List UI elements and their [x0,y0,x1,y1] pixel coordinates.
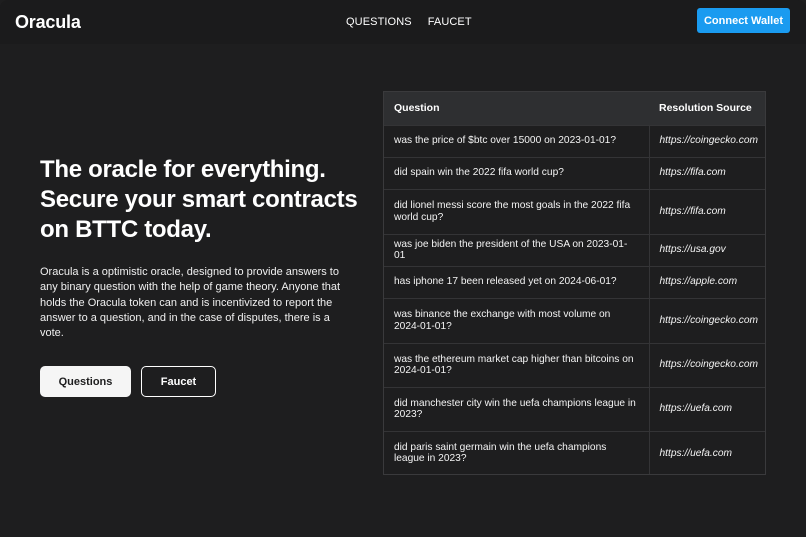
app-window: Oracula QUESTIONS FAUCET Connect Wallet … [0,0,806,537]
question-cell: was joe biden the president of the USA o… [384,233,650,266]
question-cell: did paris saint germain win the uefa cha… [384,430,650,474]
question-cell: did lionel messi score the most goals in… [384,188,650,234]
column-header-question: Question [394,102,440,115]
questions-button[interactable]: Questions [40,366,131,397]
source-cell: https://apple.com [649,265,765,298]
top-navbar: Oracula QUESTIONS FAUCET Connect Wallet [0,0,806,44]
table-row[interactable]: was binance the exchange with most volum… [384,297,765,343]
question-cell: has iphone 17 been released yet on 2024-… [384,265,650,298]
table-row[interactable]: did paris saint germain win the uefa cha… [384,430,765,474]
nav-link-faucet[interactable]: FAUCET [428,16,472,28]
table-row[interactable]: did manchester city win the uefa champio… [384,386,765,431]
source-cell: https://uefa.com [649,386,765,431]
table-row[interactable]: has iphone 17 been released yet on 2024-… [384,265,765,298]
questions-table: Question Resolution Source was the price… [383,91,766,475]
table-row[interactable]: was the ethereum market cap higher than … [384,342,765,387]
source-cell: https://usa.gov [649,233,765,266]
source-cell: https://coingecko.com [649,124,765,157]
source-cell: https://fifa.com [649,156,765,189]
question-cell: was the price of $btc over 15000 on 2023… [384,124,650,157]
nav-link-questions[interactable]: QUESTIONS [346,16,412,28]
question-cell: did manchester city win the uefa champio… [384,386,650,431]
question-cell: was binance the exchange with most volum… [384,297,650,343]
source-cell: https://coingecko.com [649,297,765,343]
source-cell: https://uefa.com [649,430,765,474]
source-cell: https://fifa.com [649,188,765,234]
brand-logo[interactable]: Oracula [15,12,81,33]
column-header-resolution-source: Resolution Source [659,102,752,115]
source-cell: https://coingecko.com [649,342,765,387]
faucet-button[interactable]: Faucet [141,366,216,397]
nav-links: QUESTIONS FAUCET [346,16,472,28]
question-cell: was the ethereum market cap higher than … [384,342,650,387]
table-row[interactable]: did spain win the 2022 fifa world cup? h… [384,156,765,189]
table-row[interactable]: did lionel messi score the most goals in… [384,188,765,234]
table-row[interactable]: was the price of $btc over 15000 on 2023… [384,124,765,157]
connect-wallet-button[interactable]: Connect Wallet [697,8,790,33]
hero-description: Oracula is a optimistic oracle, designed… [40,266,341,340]
table-row[interactable]: was joe biden the president of the USA o… [384,233,765,266]
table-header-row: Question Resolution Source [384,92,765,125]
question-cell: did spain win the 2022 fifa world cup? [384,156,650,189]
hero-title: The oracle for everything. Secure your s… [40,156,358,243]
